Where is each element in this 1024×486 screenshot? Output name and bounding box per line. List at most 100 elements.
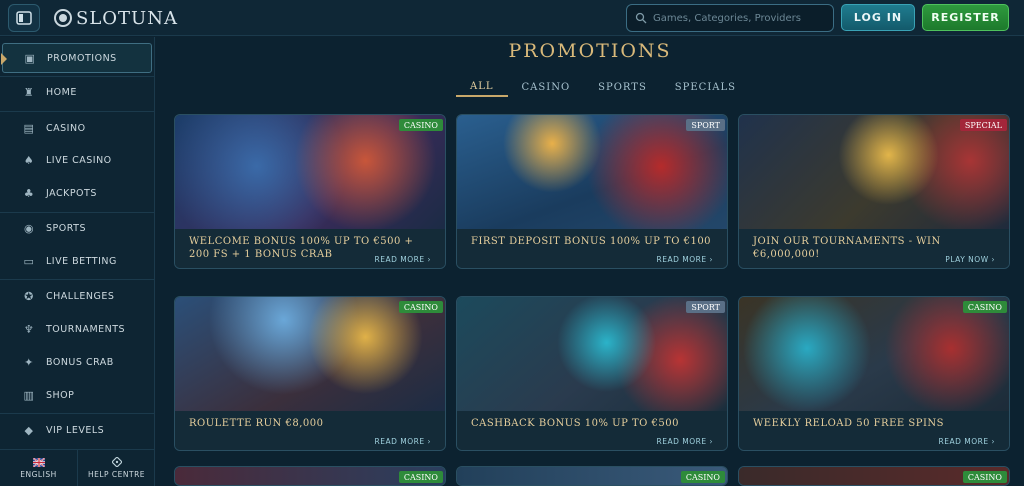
promo-image bbox=[457, 297, 727, 411]
uk-flag-icon bbox=[32, 457, 45, 467]
sidebar-item-promotions[interactable]: ▣ PROMOTIONS bbox=[1, 43, 152, 73]
slot-machine-icon: ▤ bbox=[23, 121, 35, 135]
category-badge: SPORT bbox=[686, 301, 725, 313]
help-centre-label: HELP CENTRE bbox=[87, 470, 146, 479]
card-caption: CASHBACK BONUS 10% UP TO €500 READ MORE … bbox=[457, 411, 727, 450]
tab-specials[interactable]: SPECIALS bbox=[661, 77, 750, 97]
read-more-link[interactable]: READ MORE › bbox=[939, 437, 995, 446]
promo-title: WEEKLY RELOAD 50 FREE SPINS bbox=[753, 418, 944, 429]
promo-card-tournaments[interactable]: SPECIAL JOIN OUR TOURNAMENTS - WIN €6,00… bbox=[738, 114, 1010, 269]
sidebar-item-label: CASINO bbox=[46, 122, 86, 134]
sidebar-item-shop[interactable]: ▥ SHOP bbox=[2, 380, 152, 410]
promo-card[interactable]: CASINO bbox=[738, 466, 1010, 486]
tab-casino[interactable]: CASINO bbox=[508, 77, 585, 97]
sidebar-footer: ENGLISH HELP CENTRE bbox=[0, 449, 155, 486]
promo-image bbox=[175, 115, 445, 229]
divider bbox=[0, 279, 155, 280]
card-caption: WELCOME BONUS 100% UP TO €500 + 200 FS +… bbox=[175, 229, 445, 268]
category-badge: CASINO bbox=[398, 119, 443, 131]
search-box[interactable] bbox=[626, 4, 834, 32]
cards-icon: ♠ bbox=[23, 153, 35, 167]
promo-card[interactable]: CASINO bbox=[456, 466, 728, 486]
castle-icon: ♜ bbox=[23, 85, 35, 99]
main-content: PROMOTIONS ALL CASINO SPORTS SPECIALS CA… bbox=[156, 37, 1024, 486]
logo-mark-icon bbox=[54, 9, 72, 27]
sidebar-item-home[interactable]: ♜ HOME bbox=[2, 77, 152, 107]
read-more-link[interactable]: READ MORE › bbox=[375, 437, 431, 446]
card-caption: WEEKLY RELOAD 50 FREE SPINS READ MORE › bbox=[739, 411, 1009, 450]
read-more-link[interactable]: READ MORE › bbox=[375, 255, 431, 264]
category-badge: CASINO bbox=[680, 471, 725, 483]
sidebar-item-label: SHOP bbox=[46, 389, 75, 401]
register-button[interactable]: REGISTER bbox=[922, 4, 1009, 31]
live-icon: ▭ bbox=[23, 254, 35, 268]
crab-icon: ✦ bbox=[24, 355, 34, 369]
promo-image bbox=[175, 297, 445, 411]
login-button[interactable]: LOG IN bbox=[841, 4, 915, 31]
tab-all[interactable]: ALL bbox=[456, 77, 508, 97]
ball-icon: ◉ bbox=[23, 221, 35, 235]
help-centre-button[interactable]: HELP CENTRE bbox=[78, 450, 155, 486]
play-now-link[interactable]: PLAY NOW › bbox=[945, 255, 995, 264]
page-title: PROMOTIONS bbox=[508, 40, 672, 62]
top-bar: SLOTUNA LOG IN REGISTER bbox=[0, 0, 1024, 36]
site-logo[interactable]: SLOTUNA bbox=[54, 6, 178, 30]
promo-card-first-deposit[interactable]: SPORT FIRST DEPOSIT BONUS 100% UP TO €10… bbox=[456, 114, 728, 269]
promo-card-cashback[interactable]: SPORT CASHBACK BONUS 10% UP TO €500 READ… bbox=[456, 296, 728, 451]
sidebar-item-casino[interactable]: ▤ CASINO bbox=[2, 113, 152, 143]
category-badge: CASINO bbox=[398, 301, 443, 313]
card-caption: FIRST DEPOSIT BONUS 100% UP TO €100 READ… bbox=[457, 229, 727, 268]
sidebar-item-jackpots[interactable]: ♣ JACKPOTS bbox=[2, 178, 152, 208]
promo-card[interactable]: CASINO bbox=[174, 466, 446, 486]
sidebar-item-bonus-crab[interactable]: ✦ BONUS CRAB bbox=[2, 347, 152, 377]
category-badge: CASINO bbox=[962, 471, 1007, 483]
sidebar-item-label: BONUS CRAB bbox=[46, 356, 114, 368]
promo-title: FIRST DEPOSIT BONUS 100% UP TO €100 bbox=[471, 236, 712, 247]
help-icon bbox=[111, 457, 122, 467]
sidebar-item-label: SPORTS bbox=[46, 222, 86, 234]
sidebar-item-label: CHALLENGES bbox=[46, 290, 115, 302]
promo-card-weekly-reload[interactable]: CASINO WEEKLY RELOAD 50 FREE SPINS READ … bbox=[738, 296, 1010, 451]
search-icon bbox=[635, 12, 647, 24]
category-badge: CASINO bbox=[398, 471, 443, 483]
sidebar-item-label: HOME bbox=[46, 86, 77, 98]
promo-image bbox=[457, 115, 727, 229]
sidebar-item-label: PROMOTIONS bbox=[47, 52, 117, 64]
sidebar-toggle-icon bbox=[16, 11, 32, 25]
clover-icon: ♣ bbox=[23, 186, 35, 200]
category-badge: CASINO bbox=[962, 301, 1007, 313]
chest-icon: ▣ bbox=[24, 51, 36, 65]
promo-title: CASHBACK BONUS 10% UP TO €500 bbox=[471, 418, 679, 429]
read-more-link[interactable]: READ MORE › bbox=[657, 255, 713, 264]
tab-sports[interactable]: SPORTS bbox=[584, 77, 661, 97]
trophy-icon: ♆ bbox=[23, 322, 35, 336]
category-badge: SPECIAL bbox=[959, 119, 1007, 131]
card-caption: JOIN OUR TOURNAMENTS - WIN €6,000,000! P… bbox=[739, 229, 1009, 268]
bag-icon: ▥ bbox=[23, 388, 35, 402]
divider bbox=[0, 413, 155, 414]
sidebar-item-live-casino[interactable]: ♠ LIVE CASINO bbox=[2, 145, 152, 175]
sidebar: ▣ PROMOTIONS ♜ HOME ▤ CASINO ♠ LIVE CASI… bbox=[0, 37, 155, 486]
logo-text: SLOTUNA bbox=[76, 7, 178, 29]
read-more-link[interactable]: READ MORE › bbox=[657, 437, 713, 446]
language-label: ENGLISH bbox=[20, 469, 57, 479]
promo-card-welcome-bonus[interactable]: CASINO WELCOME BONUS 100% UP TO €500 + 2… bbox=[174, 114, 446, 269]
sidebar-item-vip-levels[interactable]: ◆ VIP LEVELS bbox=[2, 415, 152, 445]
sidebar-item-sports[interactable]: ◉ SPORTS bbox=[2, 213, 152, 243]
promo-image bbox=[739, 297, 1009, 411]
sidebar-toggle-button[interactable] bbox=[8, 4, 40, 32]
medal-icon: ✪ bbox=[24, 289, 34, 303]
category-badge: SPORT bbox=[686, 119, 725, 131]
language-selector[interactable]: ENGLISH bbox=[0, 450, 78, 486]
sidebar-item-live-betting[interactable]: ▭ LIVE BETTING bbox=[2, 246, 152, 276]
sidebar-item-tournaments[interactable]: ♆ TOURNAMENTS bbox=[2, 314, 152, 344]
sidebar-item-challenges[interactable]: ✪ CHALLENGES bbox=[2, 281, 152, 311]
sidebar-item-label: VIP LEVELS bbox=[46, 424, 105, 436]
diamond-icon: ◆ bbox=[24, 423, 34, 437]
sidebar-item-label: TOURNAMENTS bbox=[46, 323, 126, 335]
search-input[interactable] bbox=[653, 12, 823, 24]
card-caption: ROULETTE RUN €8,000 READ MORE › bbox=[175, 411, 445, 450]
sidebar-item-label: LIVE CASINO bbox=[46, 154, 112, 166]
promo-image bbox=[739, 115, 1009, 229]
promo-card-roulette-run[interactable]: CASINO ROULETTE RUN €8,000 READ MORE › bbox=[174, 296, 446, 451]
